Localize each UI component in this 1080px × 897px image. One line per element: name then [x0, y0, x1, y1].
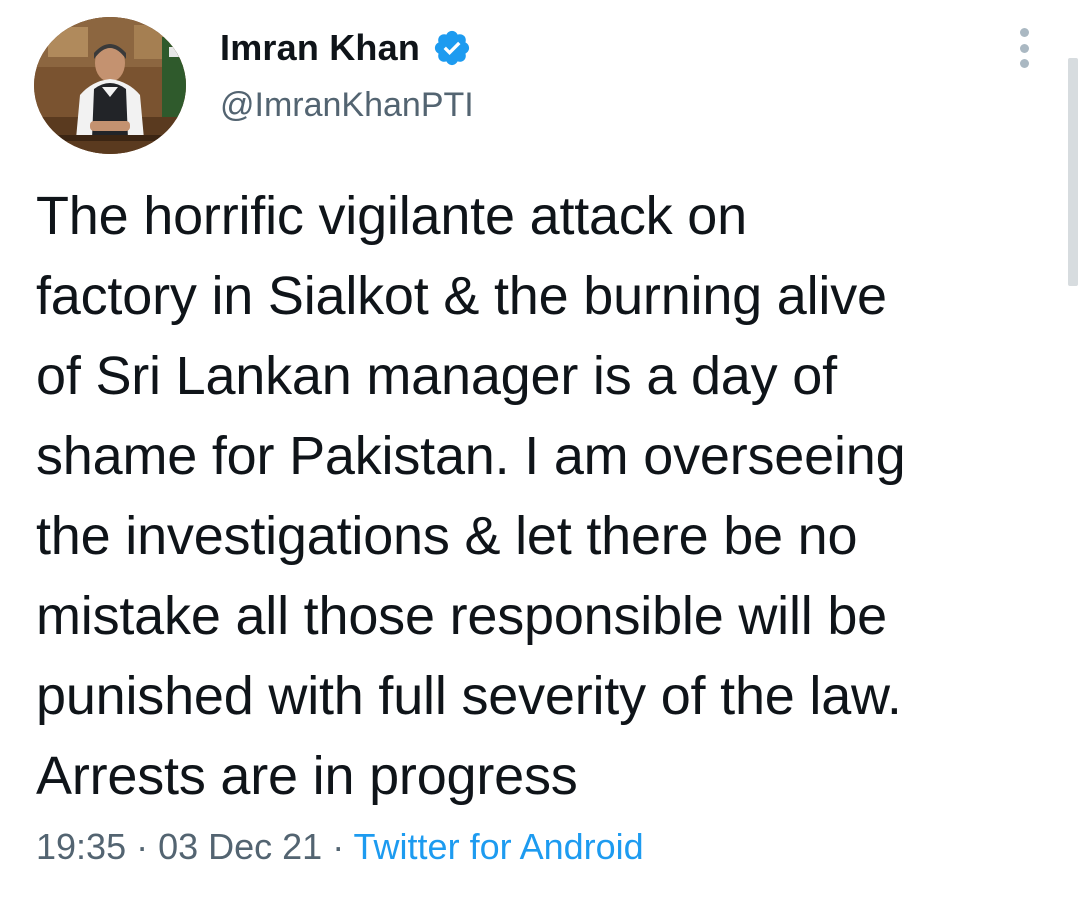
- tweet-time[interactable]: 19:35: [36, 826, 126, 867]
- more-dot: [1019, 28, 1029, 37]
- avatar[interactable]: [34, 17, 186, 154]
- author-display-name[interactable]: Imran Khan: [220, 27, 420, 69]
- tweet-source-link[interactable]: Twitter for Android: [354, 826, 644, 867]
- tweet-date[interactable]: 03 Dec 21: [158, 826, 322, 867]
- scrollbar[interactable]: [1068, 58, 1078, 286]
- meta-separator: ·: [126, 826, 159, 867]
- tweet-text: The horrific vigilante attack on factory…: [36, 186, 906, 806]
- more-vertical-icon[interactable]: [1012, 28, 1036, 68]
- author-handle[interactable]: @ImranKhanPTI: [220, 86, 474, 125]
- tweet-meta: 19:35 · 03 Dec 21 · Twitter for Android: [36, 826, 644, 868]
- meta-separator: ·: [322, 826, 354, 867]
- author-name-row: Imran Khan: [220, 26, 472, 70]
- more-dot: [1019, 43, 1029, 53]
- more-dot: [1019, 59, 1029, 68]
- verified-badge-icon: [434, 30, 470, 66]
